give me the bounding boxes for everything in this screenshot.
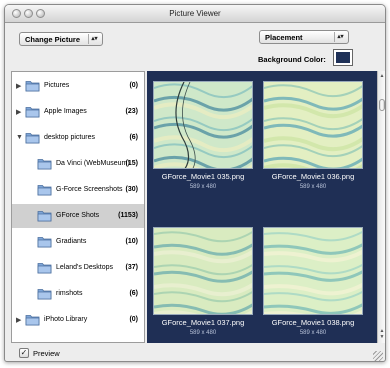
thumbnail-image[interactable] (153, 81, 253, 169)
picture-viewer-window: Picture Viewer Change Picture ▴▾ Placeme… (4, 4, 386, 362)
sidebar-item-count: (0) (129, 316, 138, 323)
disclosure-closed-icon[interactable]: ▶ (16, 108, 21, 116)
folder-icon (25, 79, 40, 92)
folder-icon (25, 313, 40, 326)
sidebar-item-label: G-Force Screenshots (56, 186, 123, 193)
sidebar-item-label: Da Vinci (WebMuseum) (56, 160, 130, 167)
bottom-bar: ✓ Preview (5, 345, 385, 361)
folder-icon (25, 105, 40, 118)
window-title: Picture Viewer (169, 9, 221, 18)
sidebar-item-label: Pictures (44, 82, 70, 89)
title-bar[interactable]: Picture Viewer (5, 5, 385, 23)
sidebar-item-count: (0) (129, 82, 138, 89)
thumbnail-filename: GForce_Movie1 037.png (161, 318, 245, 327)
scroll-up-arrow-icon[interactable]: ▲ (378, 73, 385, 79)
sidebar-item-label: desktop pictures (44, 134, 95, 141)
disclosure-open-icon[interactable]: ▼ (16, 134, 23, 141)
sidebar-item[interactable]: G-Force Screenshots (30) (12, 178, 144, 202)
scroll-thumb[interactable] (379, 99, 385, 111)
popup-arrows-icon: ▴▾ (334, 32, 346, 42)
thumbnail-dimensions: 589 x 480 (299, 330, 327, 336)
disclosure-closed-icon[interactable]: ▶ (16, 82, 21, 90)
disclosure-closed-icon[interactable]: ▶ (16, 316, 21, 324)
folder-icon (37, 287, 52, 300)
popup-arrows-icon: ▴▾ (88, 34, 100, 44)
folder-icon (37, 157, 52, 170)
background-color-label: Background Color: (258, 55, 326, 64)
sidebar-item[interactable]: Leland's Desktops (37) (12, 256, 144, 280)
sidebar-item-count: (1153) (118, 212, 138, 219)
thumbnail-gallery: GForce_Movie1 035.png 589 x 480 GForce_Mov… (147, 71, 377, 343)
thumbnail-dimensions: 589 x 480 (299, 184, 327, 190)
sidebar-item[interactable]: Gradiants (10) (12, 230, 144, 254)
sidebar-item-count: (6) (129, 290, 138, 297)
sidebar-item-label: iPhoto Library (44, 316, 88, 323)
thumbnail-filename: GForce_Movie1 035.png (161, 172, 245, 181)
thumbnail-image[interactable] (153, 227, 253, 315)
resize-grip-icon[interactable] (373, 351, 383, 361)
sidebar-item-label: Gradiants (56, 238, 87, 245)
change-picture-popup[interactable]: Change Picture ▴▾ (19, 32, 103, 46)
sidebar-item[interactable]: rimshots (6) (12, 282, 144, 306)
sidebar-item[interactable]: GForce Shots (1153) (12, 204, 144, 228)
folder-icon (37, 235, 52, 248)
check-mark-icon: ✓ (20, 348, 28, 357)
background-color-well[interactable] (333, 49, 353, 66)
preview-checkbox[interactable]: ✓ (19, 348, 29, 358)
sidebar-item[interactable]: ▶ iPhoto Library (0) (12, 308, 144, 332)
sidebar-item[interactable]: ▼ desktop pictures (6) (12, 126, 144, 150)
sidebar-item[interactable]: ▶ Apple Images (23) (12, 100, 144, 124)
thumbnail-filename: GForce_Movie1 036.png (271, 172, 355, 181)
thumbnail-dimensions: 589 x 480 (189, 330, 217, 336)
folder-icon (37, 209, 52, 222)
gallery-scrollbar[interactable]: ▲ ▲ ▼ (377, 71, 385, 343)
placement-label: Placement (265, 33, 303, 42)
thumbnail-image[interactable] (263, 227, 363, 315)
sidebar-item-label: Leland's Desktops (56, 264, 113, 271)
sidebar-item-count: (6) (129, 134, 138, 141)
preview-label: Preview (33, 349, 60, 358)
sidebar-item-label: Apple Images (44, 108, 87, 115)
thumbnail-dimensions: 589 x 480 (189, 184, 217, 190)
toolbar: Change Picture ▴▾ Placement ▴▾ Backgroun… (5, 23, 385, 69)
sidebar-item-count: (30) (125, 186, 138, 193)
background-color-swatch (336, 52, 350, 63)
change-picture-label: Change Picture (25, 35, 81, 44)
sidebar-item-count: (23) (125, 108, 138, 115)
sidebar-item-count: (10) (125, 238, 138, 245)
sidebar-item-count: (37) (125, 264, 138, 271)
folder-icon (37, 261, 52, 274)
folder-icon (37, 183, 52, 196)
scroll-arrows-icon[interactable]: ▲ ▼ (378, 328, 385, 340)
sidebar-item-label: rimshots (56, 290, 83, 297)
thumbnail-image[interactable] (263, 81, 363, 169)
sidebar-item[interactable]: ▶ Pictures (0) (12, 74, 144, 98)
folder-list: ▶ Pictures (0) ▶ Apple Images (23) ▼ desktop pi… (11, 71, 145, 343)
folder-icon (25, 131, 40, 144)
sidebar-item-count: (15) (125, 160, 138, 167)
placement-popup[interactable]: Placement ▴▾ (259, 30, 349, 44)
sidebar-item[interactable]: Da Vinci (WebMuseum) (15) (12, 152, 144, 176)
thumbnail-filename: GForce_Movie1 038.png (271, 318, 355, 327)
sidebar-item-label: GForce Shots (56, 212, 100, 219)
